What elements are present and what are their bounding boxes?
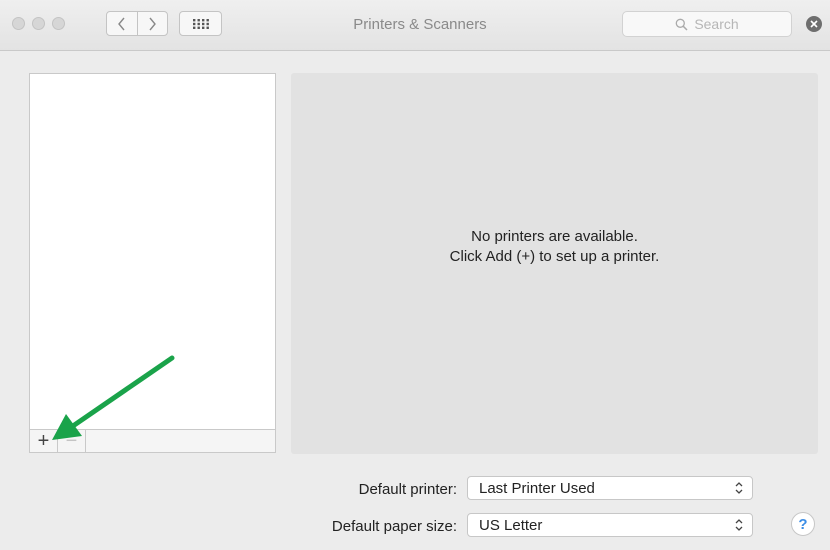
back-button[interactable] (107, 12, 137, 35)
printer-list[interactable] (29, 73, 276, 430)
default-printer-popup[interactable]: Last Printer Used (467, 476, 753, 500)
default-printer-label: Default printer: (358, 481, 457, 498)
chevron-right-icon (149, 17, 157, 30)
clear-icon (810, 20, 818, 28)
show-all-button[interactable] (179, 11, 222, 36)
close-window-button[interactable] (12, 17, 25, 30)
printers-scanners-window: Printers & Scanners Search + − No printe… (0, 0, 830, 550)
default-paper-size-label: Default paper size: (331, 518, 457, 535)
minimize-window-button[interactable] (32, 17, 45, 30)
printer-detail-pane: No printers are available. Click Add (+)… (291, 73, 818, 454)
forward-button[interactable] (136, 12, 168, 35)
default-paper-size-value: US Letter (479, 516, 543, 534)
default-paper-size-popup[interactable]: US Letter (467, 513, 753, 537)
updown-chevron-icon (735, 519, 743, 531)
search-icon (675, 18, 688, 31)
navigation-buttons (106, 11, 168, 36)
no-printers-message: No printers are available. (471, 228, 638, 245)
title-bar: Printers & Scanners Search (0, 0, 830, 51)
default-printer-value: Last Printer Used (479, 479, 595, 497)
add-printer-hint: Click Add (+) to set up a printer. (449, 248, 660, 265)
printer-list-controls: + − (29, 429, 276, 453)
updown-chevron-icon (735, 482, 743, 494)
zoom-window-button[interactable] (52, 17, 65, 30)
search-field[interactable]: Search (622, 11, 792, 37)
remove-printer-button[interactable]: − (58, 430, 86, 452)
add-printer-button[interactable]: + (30, 430, 58, 452)
help-button[interactable]: ? (791, 512, 815, 536)
grid-icon (192, 18, 209, 29)
search-placeholder: Search (694, 16, 739, 32)
clear-search-button[interactable] (806, 16, 822, 32)
window-title: Printers & Scanners (353, 16, 487, 33)
chevron-left-icon (117, 17, 125, 30)
